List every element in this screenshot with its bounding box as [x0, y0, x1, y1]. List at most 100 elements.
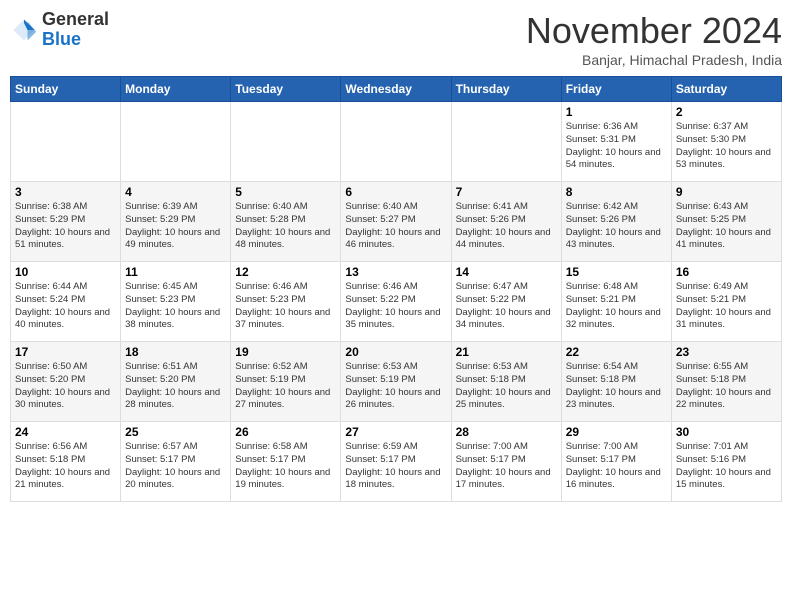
day-number: 26	[235, 425, 336, 439]
cell-details: Sunrise: 6:47 AM Sunset: 5:22 PM Dayligh…	[456, 281, 557, 332]
day-number: 12	[235, 265, 336, 279]
calendar-cell: 28 Sunrise: 7:00 AM Sunset: 5:17 PM Dayli…	[451, 422, 561, 502]
logo: General Blue	[10, 10, 109, 50]
cell-details: Sunrise: 6:38 AM Sunset: 5:29 PM Dayligh…	[15, 201, 116, 252]
calendar-cell: 15Sunrise: 6:48 AM Sunset: 5:21 PM Dayli…	[561, 262, 671, 342]
header-day-saturday: Saturday	[671, 77, 781, 102]
calendar-cell: 22 Sunrise: 6:54 AM Sunset: 5:18 PM Dayli…	[561, 342, 671, 422]
day-number: 28	[456, 425, 557, 439]
day-number: 4	[125, 185, 226, 199]
calendar-cell	[451, 102, 561, 182]
calendar-cell: 13Sunrise: 6:46 AM Sunset: 5:22 PM Dayli…	[341, 262, 451, 342]
calendar-cell	[11, 102, 121, 182]
calendar-cell: 20Sunrise: 6:53 AM Sunset: 5:19 PM Dayli…	[341, 342, 451, 422]
cell-details: Sunrise: 6:54 AM Sunset: 5:18 PM Dayligh…	[566, 361, 667, 412]
calendar-cell: 11 Sunrise: 6:45 AM Sunset: 5:23 PM Dayli…	[121, 262, 231, 342]
cell-details: Sunrise: 6:50 AM Sunset: 5:20 PM Dayligh…	[15, 361, 116, 412]
cell-details: Sunrise: 6:45 AM Sunset: 5:23 PM Dayligh…	[125, 281, 226, 332]
calendar-cell: 24 Sunrise: 6:56 AM Sunset: 5:18 PM Dayli…	[11, 422, 121, 502]
header-day-tuesday: Tuesday	[231, 77, 341, 102]
calendar-cell: 14 Sunrise: 6:47 AM Sunset: 5:22 PM Dayli…	[451, 262, 561, 342]
logo-text: General Blue	[42, 10, 109, 50]
calendar-cell: 21Sunrise: 6:53 AM Sunset: 5:18 PM Dayli…	[451, 342, 561, 422]
header-row: SundayMondayTuesdayWednesdayThursdayFrid…	[11, 77, 782, 102]
calendar-cell: 27 Sunrise: 6:59 AM Sunset: 5:17 PM Dayli…	[341, 422, 451, 502]
week-row-1: 1 Sunrise: 6:36 AM Sunset: 5:31 PM Daylig…	[11, 102, 782, 182]
calendar-cell: 5 Sunrise: 6:40 AM Sunset: 5:28 PM Daylig…	[231, 182, 341, 262]
week-row-3: 10Sunrise: 6:44 AM Sunset: 5:24 PM Dayli…	[11, 262, 782, 342]
day-number: 6	[345, 185, 446, 199]
cell-details: Sunrise: 6:43 AM Sunset: 5:25 PM Dayligh…	[676, 201, 777, 252]
header-day-sunday: Sunday	[11, 77, 121, 102]
page-header: General Blue November 2024 Banjar, Himac…	[10, 10, 782, 68]
cell-details: Sunrise: 6:56 AM Sunset: 5:18 PM Dayligh…	[15, 441, 116, 492]
day-number: 20	[345, 345, 446, 359]
cell-details: Sunrise: 6:57 AM Sunset: 5:17 PM Dayligh…	[125, 441, 226, 492]
week-row-2: 3 Sunrise: 6:38 AM Sunset: 5:29 PM Daylig…	[11, 182, 782, 262]
calendar-cell: 17Sunrise: 6:50 AM Sunset: 5:20 PM Dayli…	[11, 342, 121, 422]
day-number: 23	[676, 345, 777, 359]
calendar-cell: 16Sunrise: 6:49 AM Sunset: 5:21 PM Dayli…	[671, 262, 781, 342]
calendar-cell	[121, 102, 231, 182]
calendar-body: 1 Sunrise: 6:36 AM Sunset: 5:31 PM Daylig…	[11, 102, 782, 502]
cell-details: Sunrise: 6:40 AM Sunset: 5:28 PM Dayligh…	[235, 201, 336, 252]
day-number: 25	[125, 425, 226, 439]
header-day-monday: Monday	[121, 77, 231, 102]
day-number: 3	[15, 185, 116, 199]
header-day-friday: Friday	[561, 77, 671, 102]
calendar-cell: 9 Sunrise: 6:43 AM Sunset: 5:25 PM Daylig…	[671, 182, 781, 262]
calendar-cell: 29 Sunrise: 7:00 AM Sunset: 5:17 PM Dayli…	[561, 422, 671, 502]
cell-details: Sunrise: 6:46 AM Sunset: 5:23 PM Dayligh…	[235, 281, 336, 332]
week-row-5: 24 Sunrise: 6:56 AM Sunset: 5:18 PM Dayli…	[11, 422, 782, 502]
day-number: 14	[456, 265, 557, 279]
day-number: 29	[566, 425, 667, 439]
day-number: 27	[345, 425, 446, 439]
calendar-cell: 18 Sunrise: 6:51 AM Sunset: 5:20 PM Dayli…	[121, 342, 231, 422]
calendar-cell: 19 Sunrise: 6:52 AM Sunset: 5:19 PM Dayli…	[231, 342, 341, 422]
calendar-cell: 30Sunrise: 7:01 AM Sunset: 5:16 PM Dayli…	[671, 422, 781, 502]
day-number: 1	[566, 105, 667, 119]
calendar-cell: 25 Sunrise: 6:57 AM Sunset: 5:17 PM Dayli…	[121, 422, 231, 502]
calendar-cell	[231, 102, 341, 182]
day-number: 22	[566, 345, 667, 359]
day-number: 18	[125, 345, 226, 359]
day-number: 13	[345, 265, 446, 279]
header-day-wednesday: Wednesday	[341, 77, 451, 102]
cell-details: Sunrise: 6:42 AM Sunset: 5:26 PM Dayligh…	[566, 201, 667, 252]
cell-details: Sunrise: 6:36 AM Sunset: 5:31 PM Dayligh…	[566, 121, 667, 172]
cell-details: Sunrise: 6:58 AM Sunset: 5:17 PM Dayligh…	[235, 441, 336, 492]
day-number: 10	[15, 265, 116, 279]
calendar-cell: 8 Sunrise: 6:42 AM Sunset: 5:26 PM Daylig…	[561, 182, 671, 262]
day-number: 24	[15, 425, 116, 439]
day-number: 19	[235, 345, 336, 359]
cell-details: Sunrise: 6:51 AM Sunset: 5:20 PM Dayligh…	[125, 361, 226, 412]
cell-details: Sunrise: 6:48 AM Sunset: 5:21 PM Dayligh…	[566, 281, 667, 332]
day-number: 5	[235, 185, 336, 199]
cell-details: Sunrise: 6:59 AM Sunset: 5:17 PM Dayligh…	[345, 441, 446, 492]
day-number: 21	[456, 345, 557, 359]
cell-details: Sunrise: 6:52 AM Sunset: 5:19 PM Dayligh…	[235, 361, 336, 412]
month-title: November 2024	[526, 10, 782, 52]
logo-blue-text: Blue	[42, 30, 109, 50]
calendar-table: SundayMondayTuesdayWednesdayThursdayFrid…	[10, 76, 782, 502]
cell-details: Sunrise: 6:49 AM Sunset: 5:21 PM Dayligh…	[676, 281, 777, 332]
cell-details: Sunrise: 7:01 AM Sunset: 5:16 PM Dayligh…	[676, 441, 777, 492]
day-number: 9	[676, 185, 777, 199]
week-row-4: 17Sunrise: 6:50 AM Sunset: 5:20 PM Dayli…	[11, 342, 782, 422]
calendar-cell: 12 Sunrise: 6:46 AM Sunset: 5:23 PM Dayli…	[231, 262, 341, 342]
logo-general-text: General	[42, 10, 109, 30]
cell-details: Sunrise: 6:41 AM Sunset: 5:26 PM Dayligh…	[456, 201, 557, 252]
cell-details: Sunrise: 6:40 AM Sunset: 5:27 PM Dayligh…	[345, 201, 446, 252]
title-block: November 2024 Banjar, Himachal Pradesh, …	[526, 10, 782, 68]
cell-details: Sunrise: 7:00 AM Sunset: 5:17 PM Dayligh…	[456, 441, 557, 492]
calendar-cell: 7Sunrise: 6:41 AM Sunset: 5:26 PM Daylig…	[451, 182, 561, 262]
cell-details: Sunrise: 7:00 AM Sunset: 5:17 PM Dayligh…	[566, 441, 667, 492]
calendar-cell: 1 Sunrise: 6:36 AM Sunset: 5:31 PM Daylig…	[561, 102, 671, 182]
calendar-cell	[341, 102, 451, 182]
day-number: 11	[125, 265, 226, 279]
cell-details: Sunrise: 6:39 AM Sunset: 5:29 PM Dayligh…	[125, 201, 226, 252]
day-number: 8	[566, 185, 667, 199]
header-day-thursday: Thursday	[451, 77, 561, 102]
calendar-header: SundayMondayTuesdayWednesdayThursdayFrid…	[11, 77, 782, 102]
calendar-cell: 3 Sunrise: 6:38 AM Sunset: 5:29 PM Daylig…	[11, 182, 121, 262]
